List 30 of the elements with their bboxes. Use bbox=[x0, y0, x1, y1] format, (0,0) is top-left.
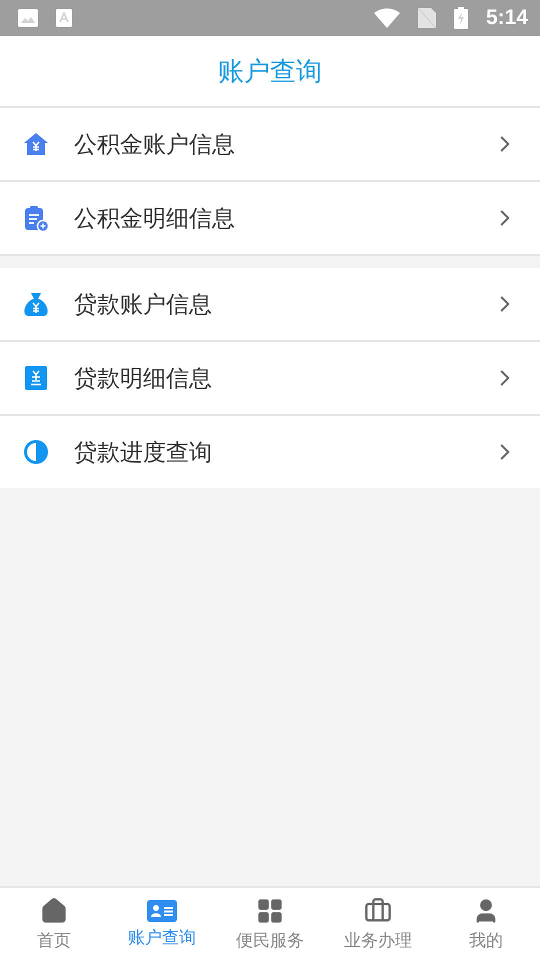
menu-row-label: 贷款进度查询 bbox=[74, 438, 213, 468]
menu-row-label: 公积金明细信息 bbox=[74, 204, 236, 234]
receipt-icon bbox=[22, 364, 50, 392]
grid-icon bbox=[256, 896, 284, 924]
menu-row[interactable]: 公积金明细信息 bbox=[0, 180, 540, 254]
menu-row-label: 公积金账户信息 bbox=[74, 130, 236, 160]
nav-tab[interactable]: 我的 bbox=[432, 888, 540, 960]
status-time: 5:14 bbox=[486, 6, 528, 30]
menu-row[interactable]: 贷款账户信息 bbox=[0, 268, 540, 340]
menu-row-label: 贷款账户信息 bbox=[74, 290, 213, 320]
menu-row[interactable]: 贷款明细信息 bbox=[0, 340, 540, 414]
nav-tab[interactable]: 首页 bbox=[0, 888, 108, 960]
home-icon bbox=[40, 896, 68, 924]
nav-tab[interactable]: 便民服务 bbox=[216, 888, 324, 960]
battery-charging-icon bbox=[454, 7, 468, 29]
id-card-icon bbox=[147, 900, 177, 922]
wifi-icon bbox=[374, 8, 400, 28]
pie-chart-icon bbox=[22, 438, 50, 466]
page-title: 账户查询 bbox=[218, 56, 322, 88]
menu-row[interactable]: 公积金账户信息 bbox=[0, 108, 540, 180]
briefcase-icon bbox=[364, 896, 392, 924]
house-icon bbox=[22, 130, 50, 158]
menu-row[interactable]: 贷款进度查询 bbox=[0, 414, 540, 488]
image-icon bbox=[18, 9, 38, 27]
nav-tab[interactable]: 业务办理 bbox=[324, 888, 432, 960]
clipboard-icon bbox=[22, 204, 50, 232]
menu-row-label: 贷款明细信息 bbox=[74, 364, 213, 394]
money-bag-icon bbox=[22, 290, 50, 318]
font-icon bbox=[56, 9, 72, 27]
no-sim-icon bbox=[418, 8, 436, 28]
